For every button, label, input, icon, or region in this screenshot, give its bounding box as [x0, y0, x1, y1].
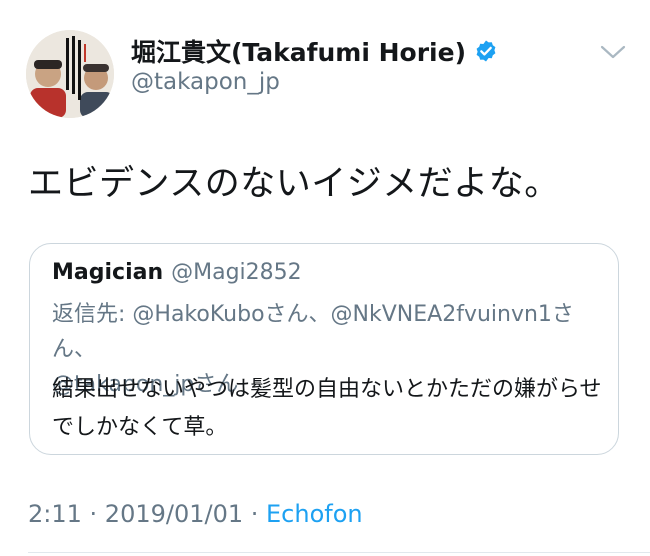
reply-user-link-1[interactable]: @HakoKuboさん、	[132, 302, 330, 327]
meta-separator: ·	[243, 500, 267, 528]
quoted-tweet[interactable]: Magician @Magi2852 返信先: @HakoKuboさん、@NkVN…	[29, 243, 619, 455]
tweet-card: 堀江貴文(Takafumi Horie) @takapon_jp エビデンスのな…	[0, 0, 650, 556]
verified-badge-icon	[476, 40, 496, 62]
meta-separator: ·	[81, 500, 105, 528]
reply-prefix: 返信先:	[52, 302, 133, 327]
quoted-author-handle[interactable]: @Magi2852	[171, 260, 302, 285]
author-handle[interactable]: @takapon_jp	[131, 69, 280, 95]
chevron-down-icon[interactable]	[600, 44, 626, 60]
tweet-metadata: 2:11 · 2019/01/01 · Echofon	[28, 500, 363, 528]
author-avatar[interactable]	[26, 30, 114, 118]
source-app-link[interactable]: Echofon	[266, 500, 363, 528]
tweet-date[interactable]: 2019/01/01	[105, 500, 243, 528]
divider	[28, 552, 650, 553]
quoted-tweet-text: 結果出せないやつは髪型の自由ないとかただの嫌がらせでしかなくて草。	[52, 377, 602, 440]
author-display-name[interactable]: 堀江貴文(Takafumi Horie)	[131, 33, 466, 69]
avatar-image	[26, 30, 114, 118]
quoted-author-name[interactable]: Magician	[52, 260, 163, 285]
tweet-text: エビデンスのないイジメだよな。	[28, 164, 560, 204]
tweet-time[interactable]: 2:11	[28, 500, 82, 528]
